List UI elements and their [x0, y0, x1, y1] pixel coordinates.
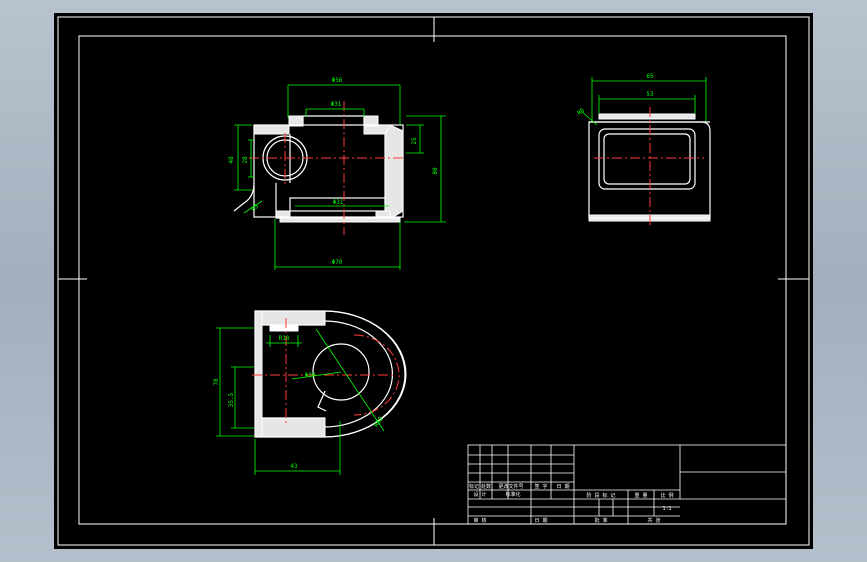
dim-bottom-inner: Φ31: [333, 199, 344, 206]
tb-mid-2: 重 量: [634, 492, 647, 499]
dim-side-inner: 53: [646, 91, 654, 98]
tb-r1-c1: 标记: [469, 483, 479, 490]
dim-bottom-outer: Φ70: [332, 259, 343, 266]
tb-r2-c3: 标准化: [505, 491, 520, 498]
top-dim-text: 78 35.5 43 R18 Φ30 R80: [213, 335, 385, 470]
tb-bottom-1: 审 核: [473, 517, 486, 524]
tb-bottom-4: 日 期: [534, 518, 547, 524]
tb-r2-c1: 设 计: [473, 491, 486, 498]
top-view: 78 35.5 43 R18 Φ30 R80: [213, 310, 407, 475]
side-dim-text: 65 53 R5: [576, 73, 654, 117]
dim-top-inner: Φ31: [331, 101, 342, 108]
tb-r1-c4: 签 字: [534, 483, 547, 490]
title-block-text: 标记 处数 更改文件号 签 字 日 期 设 计 标准化 阶 段 标 记 重 量 …: [469, 483, 674, 524]
tb-mid-1: 阶 段 标 记: [586, 492, 615, 499]
tb-bottom-8: 共 张: [647, 517, 660, 524]
dim-left-outer: 48: [228, 156, 235, 164]
dim-top-left-inner: 35.5: [228, 392, 235, 407]
tb-r1-c2: 处数: [481, 483, 491, 490]
dim-right-overall: 80: [432, 167, 439, 175]
tb-mid-3: 比 例: [660, 492, 673, 499]
dim-top-left-outer: 78: [213, 378, 220, 386]
dim-side-outer: 65: [646, 73, 654, 80]
dim-top-outer: Φ56: [332, 77, 343, 84]
cad-drawing: Φ56 Φ31 Φ31 Φ70 25 80 48 28 R3 65 53 R5 …: [57, 16, 810, 546]
dim-side-corner: R5: [576, 107, 586, 117]
front-dim-text: Φ56 Φ31 Φ31 Φ70 25 80 48 28 R3: [228, 77, 439, 266]
tb-r1-c5: 日 期: [556, 484, 569, 490]
side-view: 65 53 R5: [576, 73, 711, 227]
tb-scale: 1:1: [662, 506, 671, 512]
dim-right-upper: 25: [411, 137, 418, 145]
tb-bottom-6: 批 准: [594, 517, 607, 524]
dim-chamfer: R3: [250, 203, 260, 213]
dim-top-bottom: 43: [290, 463, 298, 470]
sheet-border: [57, 16, 810, 546]
dim-top-bore: Φ30: [305, 372, 316, 379]
side-centerlines: [594, 107, 704, 227]
drawing-canvas: Φ56 Φ31 Φ31 Φ70 25 80 48 28 R3 65 53 R5 …: [54, 13, 813, 549]
front-dimensions: [234, 84, 446, 270]
dim-left-inner: 28: [242, 156, 249, 164]
dim-top-slot: R18: [279, 335, 290, 342]
tb-r1-c3: 更改文件号: [498, 483, 523, 490]
front-view: Φ56 Φ31 Φ31 Φ70 25 80 48 28 R3: [228, 77, 446, 270]
